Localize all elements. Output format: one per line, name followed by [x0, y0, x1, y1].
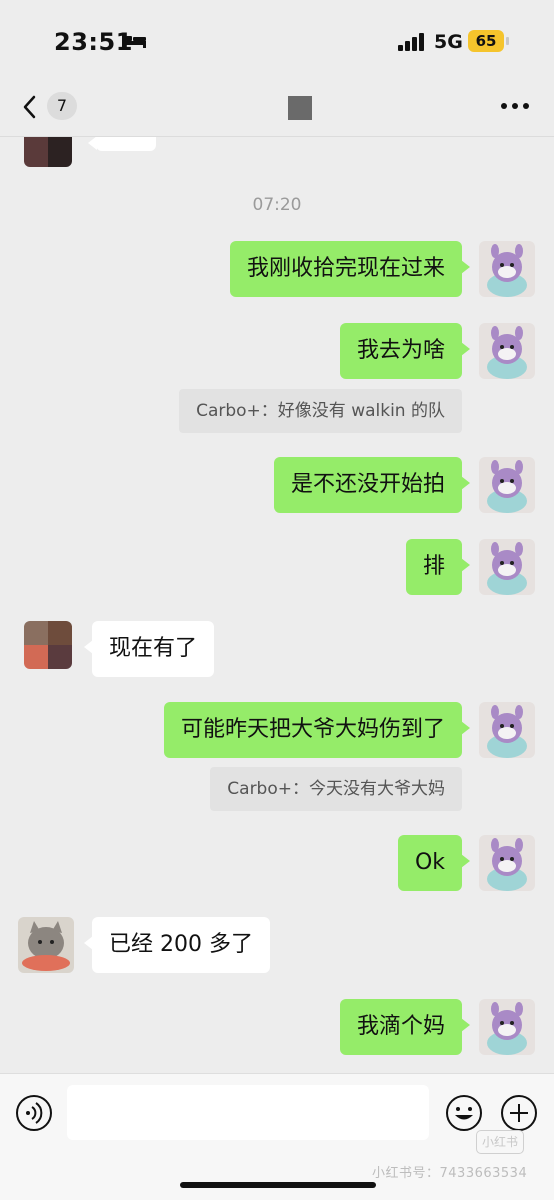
- my-avatar[interactable]: [479, 539, 535, 595]
- voice-input-icon[interactable]: [15, 1094, 53, 1132]
- received-message-bubble[interactable]: 已经 200 多了: [84, 917, 270, 973]
- plush-avatar-image: [479, 835, 535, 891]
- message-list[interactable]: 07:20 我刚收拾完现在过来 我去为啥 Carbo+：好像没有 walkin …: [0, 137, 554, 1073]
- sent-message-bubble[interactable]: 我刚收拾完现在过来: [229, 241, 471, 297]
- partial-message-bubble[interactable]: [88, 137, 156, 151]
- sent-message-bubble[interactable]: 是不还没开始拍: [273, 457, 471, 513]
- chat-title-redacted: [288, 96, 312, 120]
- contact-avatar[interactable]: [24, 621, 72, 669]
- sent-message-bubble[interactable]: 可能昨天把大爷大妈伤到了: [163, 702, 471, 758]
- message-timestamp: 07:20: [252, 195, 302, 215]
- battery-tip: [506, 37, 509, 45]
- sent-message-bubble[interactable]: 我滴个妈: [339, 999, 471, 1055]
- my-avatar[interactable]: [479, 457, 535, 513]
- plush-avatar-image: [479, 323, 535, 379]
- more-icon[interactable]: [500, 102, 530, 110]
- watermark-text: 小红书号：7433663534: [372, 1166, 528, 1181]
- emoji-icon[interactable]: [445, 1094, 483, 1132]
- contact-avatar[interactable]: [24, 137, 72, 167]
- quoted-reply[interactable]: Carbo+：今天没有大爷大妈: [210, 767, 462, 811]
- received-message-bubble[interactable]: 现在有了: [83, 621, 215, 677]
- my-avatar[interactable]: [479, 999, 535, 1055]
- plush-avatar-image: [479, 999, 535, 1055]
- sent-message-bubble[interactable]: 排: [405, 539, 471, 595]
- sent-message-bubble[interactable]: 我去为啥: [339, 323, 471, 379]
- more-actions-plus-icon[interactable]: [500, 1094, 538, 1132]
- message-input[interactable]: [67, 1085, 429, 1140]
- avatar-image: [24, 137, 72, 167]
- network-type: 5G: [434, 31, 463, 53]
- back-chevron-icon[interactable]: [20, 94, 40, 120]
- my-avatar[interactable]: [479, 323, 535, 379]
- contact-avatar[interactable]: [18, 917, 74, 973]
- status-bar: 23:51 5G 65: [0, 0, 554, 84]
- chat-header: [0, 84, 554, 137]
- sent-message-bubble[interactable]: Ok: [397, 835, 471, 891]
- cat-avatar-image: [18, 917, 74, 973]
- plush-avatar-image: [479, 702, 535, 758]
- avatar-image: [24, 621, 72, 669]
- my-avatar[interactable]: [479, 241, 535, 297]
- plush-avatar-image: [479, 457, 535, 513]
- quoted-reply[interactable]: Carbo+：好像没有 walkin 的队: [179, 389, 462, 433]
- battery-icon: 65: [468, 30, 504, 52]
- watermark-logo: 小红书: [476, 1130, 524, 1154]
- home-indicator[interactable]: [180, 1182, 376, 1188]
- plush-avatar-image: [479, 241, 535, 297]
- my-avatar[interactable]: [479, 835, 535, 891]
- signal-icon: [398, 33, 424, 51]
- unread-count-badge[interactable]: 7: [47, 92, 77, 120]
- plush-avatar-image: [479, 539, 535, 595]
- my-avatar[interactable]: [479, 702, 535, 758]
- sleep-focus-icon: [122, 34, 146, 48]
